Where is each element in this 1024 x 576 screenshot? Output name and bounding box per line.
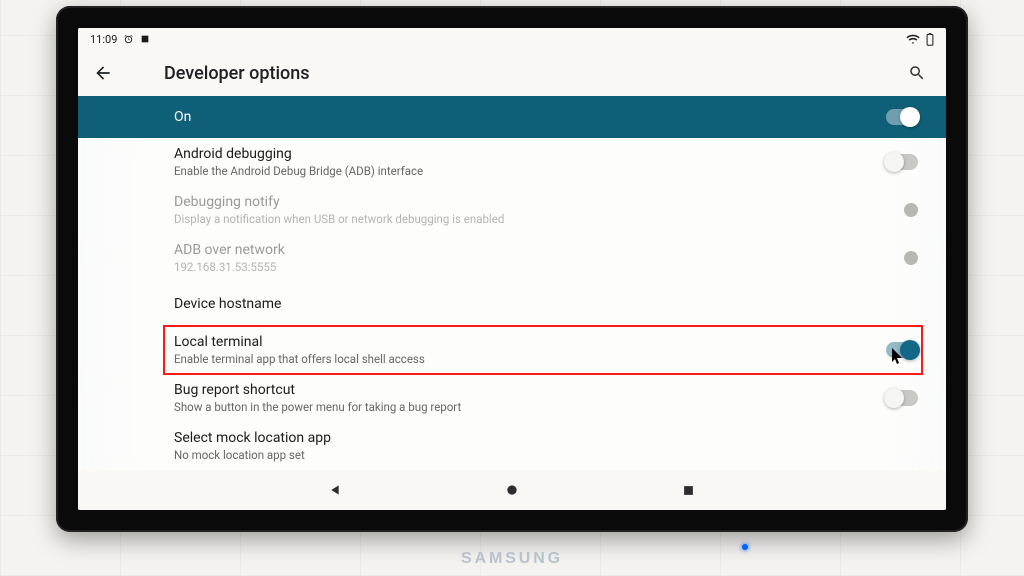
setting-row-local_terminal[interactable]: Local terminal Enable terminal app that o… [164,326,922,374]
setting-title: Android debugging [174,146,886,162]
setting-subtitle: No mock location app set [174,448,918,462]
setting-texts: Select mock location app No mock location… [174,430,918,462]
setting-title: Local terminal [174,334,886,350]
back-arrow-icon [93,63,113,83]
setting-row-bug_report_shortcut[interactable]: Bug report shortcut Show a button in the … [174,374,918,422]
circle-home-icon [504,482,520,498]
setting-title: Bug report shortcut [174,382,886,398]
alarm-icon [123,34,134,45]
toggle-bug_report_shortcut[interactable] [886,390,918,406]
search-icon [908,64,926,82]
setting-row-debugging_notify[interactable]: Debugging notify Display a notification w… [174,186,918,234]
settings-list: Android debugging Enable the Android Debu… [78,138,946,470]
setting-subtitle: Show a button in the power menu for taki… [174,400,886,414]
tv-frame: 11:09 [56,6,968,532]
setting-texts: Debugging notify Display a notification w… [174,194,904,226]
setting-texts: Local terminal Enable terminal app that o… [174,334,886,366]
triangle-back-icon [328,482,344,498]
setting-title: Select mock location app [174,430,918,446]
setting-row-adb_over_network[interactable]: ADB over network 192.168.31.53:5555 [174,234,918,282]
setting-subtitle: 192.168.31.53:5555 [174,260,904,274]
tv-brand-label: SAMSUNG [56,550,968,568]
setting-texts: Device hostname [174,296,918,312]
nav-back-button[interactable] [318,472,354,508]
setting-title: Device hostname [174,296,918,312]
scene-backdrop: 11:09 [0,0,1024,576]
master-toggle-row[interactable]: On [78,96,946,138]
statusbar: 11:09 [78,28,946,50]
setting-title: Debugging notify [174,194,904,210]
toggle-android_debugging[interactable] [886,154,918,170]
navigation-bar [78,470,946,510]
setting-title: ADB over network [174,242,904,258]
setting-subtitle: Enable terminal app that offers local sh… [174,352,886,366]
statusbar-time: 11:09 [90,34,117,45]
setting-subtitle: Display a notification when USB or netwo… [174,212,904,226]
notif-icon [140,34,150,44]
page-title: Developer options [124,63,896,84]
nav-recents-button[interactable] [670,472,706,508]
master-toggle-label: On [174,109,191,125]
setting-texts: Android debugging Enable the Android Debu… [174,146,886,178]
screen-viewport: 11:09 [78,28,946,510]
setting-row-select_mock_location[interactable]: Select mock location app No mock location… [174,422,918,470]
nav-home-button[interactable] [494,472,530,508]
disabled-control-debugging_notify [904,203,918,217]
setting-row-android_debugging[interactable]: Android debugging Enable the Android Debu… [174,138,918,186]
setting-row-device_hostname[interactable]: Device hostname [174,282,918,326]
disabled-control-adb_over_network [904,251,918,265]
master-toggle-switch[interactable] [886,109,918,125]
square-recents-icon [681,483,696,498]
toggle-local_terminal[interactable] [886,342,918,358]
battery-icon [926,33,934,46]
setting-texts: Bug report shortcut Show a button in the … [174,382,886,414]
setting-subtitle: Enable the Android Debug Bridge (ADB) in… [174,164,886,178]
appbar: Developer options [78,50,946,96]
setting-texts: ADB over network 192.168.31.53:5555 [174,242,904,274]
wifi-icon [906,34,920,45]
search-button[interactable] [896,52,938,94]
back-button[interactable] [82,52,124,94]
